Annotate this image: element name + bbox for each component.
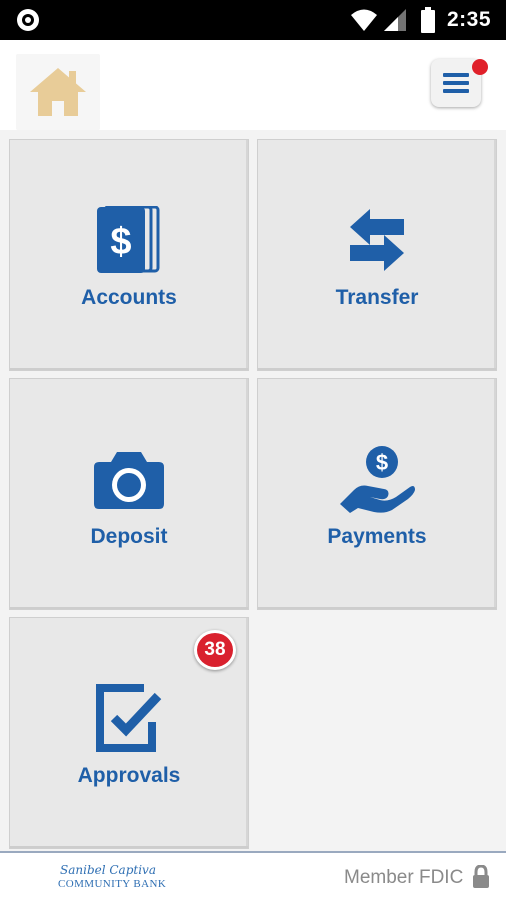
tile-label: Approvals xyxy=(77,764,181,787)
tile-label: Accounts xyxy=(81,286,177,309)
status-time: 2:35 xyxy=(447,8,492,31)
approvals-count-badge: 38 xyxy=(194,630,236,670)
svg-text:$: $ xyxy=(376,450,388,475)
battery-icon xyxy=(421,7,435,33)
home-button[interactable] xyxy=(16,54,100,130)
hamburger-menu-icon xyxy=(443,73,469,93)
tile-deposit[interactable]: Deposit xyxy=(9,378,249,610)
bank-logo-line1: Sanibel Captiva xyxy=(60,863,156,877)
accounts-dollar-icon: $ xyxy=(97,206,160,273)
bank-logo-line2: COMMUNITY BANK xyxy=(58,878,167,890)
tile-accounts[interactable]: $ Accounts xyxy=(9,139,249,371)
lock-icon xyxy=(473,865,489,888)
tile-label: Payments xyxy=(327,525,427,548)
tile-payments[interactable]: $ Payments xyxy=(257,378,497,610)
dashboard-grid: $ Accounts Transfer Deposit $ Payments A… xyxy=(0,130,506,851)
menu-notification-dot xyxy=(472,59,488,75)
payment-hand-icon: $ xyxy=(340,446,415,513)
app-bar xyxy=(0,40,506,130)
signal-icon xyxy=(384,9,406,31)
svg-text:$: $ xyxy=(110,221,131,263)
screen-record-icon xyxy=(17,9,39,31)
wifi-icon xyxy=(351,9,377,31)
tile-label: Deposit xyxy=(90,525,168,548)
status-bar: 2:35 xyxy=(0,0,506,40)
camera-icon xyxy=(94,452,164,509)
tile-transfer[interactable]: Transfer xyxy=(257,139,497,371)
approvals-checkbox-icon xyxy=(96,684,162,752)
member-fdic-text: Member FDIC xyxy=(344,867,464,888)
home-icon xyxy=(30,68,86,116)
transfer-arrows-icon xyxy=(350,209,404,271)
tile-label: Transfer xyxy=(335,286,419,309)
footer: Sanibel Captiva COMMUNITY BANK Member FD… xyxy=(0,851,506,900)
bank-logo: Sanibel Captiva COMMUNITY BANK xyxy=(58,861,166,895)
